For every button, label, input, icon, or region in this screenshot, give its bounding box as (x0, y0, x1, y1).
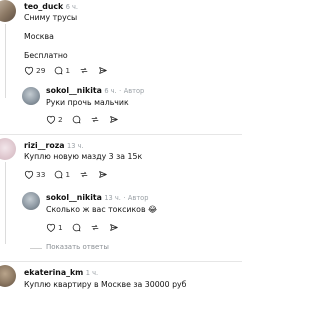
like-button[interactable]: 33 (24, 170, 45, 179)
action-bar: 2 (46, 115, 128, 124)
comment-text: Сниму трусы (24, 13, 77, 23)
timestamp: 6 ч. (104, 87, 117, 95)
comment-line: Руки прочь мальчик (46, 98, 129, 107)
repost-button[interactable] (90, 223, 100, 232)
share-icon (109, 224, 118, 231)
heart-icon (46, 223, 56, 232)
reply-button[interactable]: 1 (54, 170, 70, 179)
like-count: 1 (58, 223, 63, 232)
comment-line: Куплю новую мазду 3 за 15к (24, 152, 143, 161)
heart-icon (46, 115, 56, 124)
username[interactable]: teo_duck (24, 2, 63, 11)
share-button[interactable] (98, 66, 108, 75)
comment-text: Бесплатно (24, 51, 68, 61)
comment-icon (72, 223, 81, 232)
timestamp: 13 ч. (104, 194, 121, 202)
comment-header: teo_duck 6 ч. (24, 2, 78, 11)
comment-text: Руки прочь мальчик (46, 98, 129, 108)
comment-line: Сниму трусы (24, 13, 78, 22)
avatar[interactable] (0, 0, 16, 22)
comment-header: ekaterina_km 1 ч. (24, 268, 98, 277)
divider (0, 261, 242, 262)
heart-icon (24, 66, 34, 75)
reply-button[interactable] (72, 223, 81, 232)
action-bar: 1 (46, 223, 128, 232)
comment-text: Куплю новую мазду 3 за 15к (24, 152, 142, 162)
repost-button[interactable] (79, 66, 89, 75)
like-button[interactable]: 1 (46, 223, 63, 232)
avatar[interactable] (22, 87, 40, 105)
separator: · (119, 87, 122, 95)
comment-text: Куплю квартиру в Москве за 30000 руб (24, 280, 186, 290)
share-icon (99, 67, 107, 74)
comment-icon (55, 170, 63, 179)
share-icon (109, 116, 118, 123)
like-button[interactable]: 29 (24, 66, 45, 75)
like-count: 33 (36, 170, 46, 179)
repost-button[interactable] (90, 115, 100, 124)
share-button[interactable] (109, 223, 119, 232)
like-count: 29 (36, 66, 46, 75)
username[interactable]: rizi__roza (24, 141, 65, 150)
repost-icon (80, 67, 88, 74)
avatar[interactable] (22, 192, 40, 210)
avatar[interactable] (0, 265, 16, 287)
like-count: 2 (58, 115, 63, 124)
comment-text: Сколько ж вас токсиков 😂 (46, 205, 157, 215)
show-replies-link[interactable]: Показать ответы (46, 243, 109, 251)
username[interactable]: ekaterina_km (24, 268, 83, 277)
separator: · (123, 194, 126, 202)
repost-button[interactable] (79, 170, 89, 179)
comment-line: Бесплатно (24, 51, 68, 60)
reply-count: 1 (65, 170, 71, 179)
share-button[interactable] (98, 170, 108, 179)
author-badge: Автор (127, 194, 149, 202)
comment-line: Москва (24, 32, 54, 41)
share-button[interactable] (109, 115, 119, 124)
action-bar: 29 1 (24, 66, 117, 75)
comment-header: sokol__nikita 6 ч. · Автор (46, 86, 144, 95)
reply-button[interactable]: 1 (54, 66, 70, 75)
repost-icon (91, 116, 99, 123)
comment-header: sokol__nikita 13 ч. · Автор (46, 193, 148, 202)
timestamp: 1 ч. (85, 269, 99, 277)
avatar[interactable] (0, 138, 16, 160)
timestamp: 13 ч. (67, 142, 84, 150)
comment-line: Куплю квартиру в Москве за 30000 руб (24, 280, 187, 289)
comment-text: Москва (24, 32, 54, 42)
comment-header: rizi__roza 13 ч. (24, 141, 84, 150)
username[interactable]: sokol__nikita (46, 193, 102, 202)
comment-icon (72, 115, 81, 124)
thread-line (5, 162, 6, 244)
repost-icon (80, 171, 88, 178)
like-button[interactable]: 2 (46, 115, 63, 124)
divider (0, 134, 242, 135)
timestamp: 6 ч. (65, 3, 78, 11)
author-badge: Автор (123, 87, 145, 95)
reply-button[interactable] (72, 115, 81, 124)
heart-icon (24, 170, 34, 179)
reply-count: 1 (65, 66, 71, 75)
show-replies-line (30, 248, 42, 249)
thread-line (5, 24, 6, 98)
comment-icon (55, 66, 63, 75)
repost-icon (91, 224, 99, 231)
username[interactable]: sokol__nikita (46, 86, 102, 95)
action-bar: 33 1 (24, 170, 117, 179)
share-icon (99, 171, 107, 178)
comment-line: Сколько ж вас токсиков 😂 (46, 205, 158, 214)
